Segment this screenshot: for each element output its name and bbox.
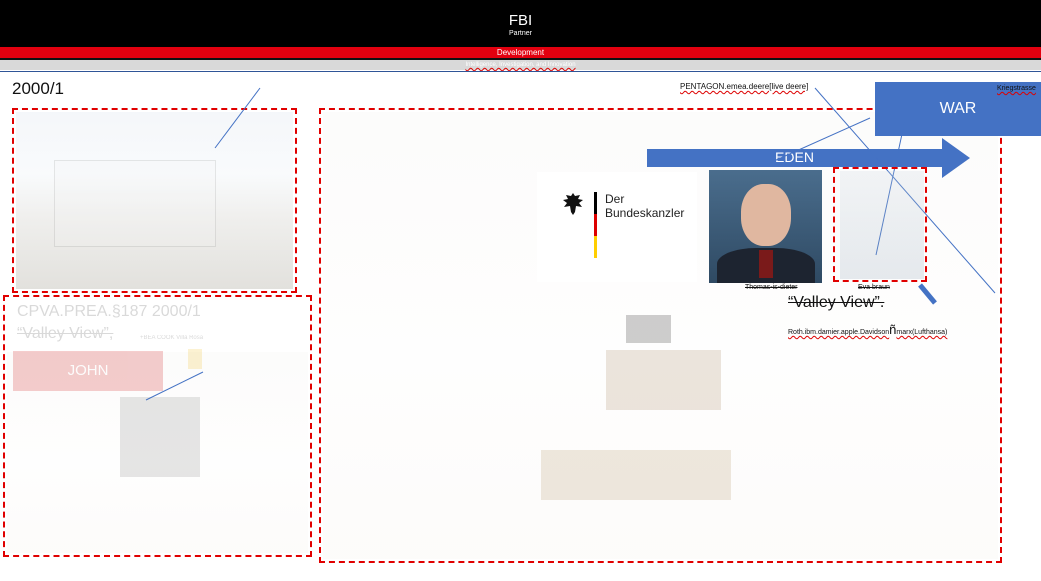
portrait-face [741, 184, 791, 246]
bundeskanzler-logo-panel: Der Bundeskanzler [537, 172, 697, 282]
eva-frame [833, 167, 927, 282]
roth-line: Roth.ibm.damier.apple.Davidsonñmarx(Luft… [788, 322, 948, 337]
valley-view-text: “Valley View”. [788, 294, 885, 311]
roth-suffix: marx(Lufthansa) [896, 329, 948, 336]
bundeskanzler-line2: Bundeskanzler [605, 206, 685, 220]
eagle-icon [562, 192, 584, 216]
portrait-caption: Thomas-is-dieter [745, 284, 798, 291]
flag-black [594, 192, 597, 214]
portrait-photo [709, 170, 822, 283]
flag-gold [594, 236, 597, 258]
bundeskanzler-line1: Der [605, 192, 625, 206]
eva-photo [840, 171, 924, 279]
eva-caption: Eva braun [858, 284, 890, 291]
portrait-tie [759, 250, 773, 278]
flag-red [594, 214, 597, 236]
